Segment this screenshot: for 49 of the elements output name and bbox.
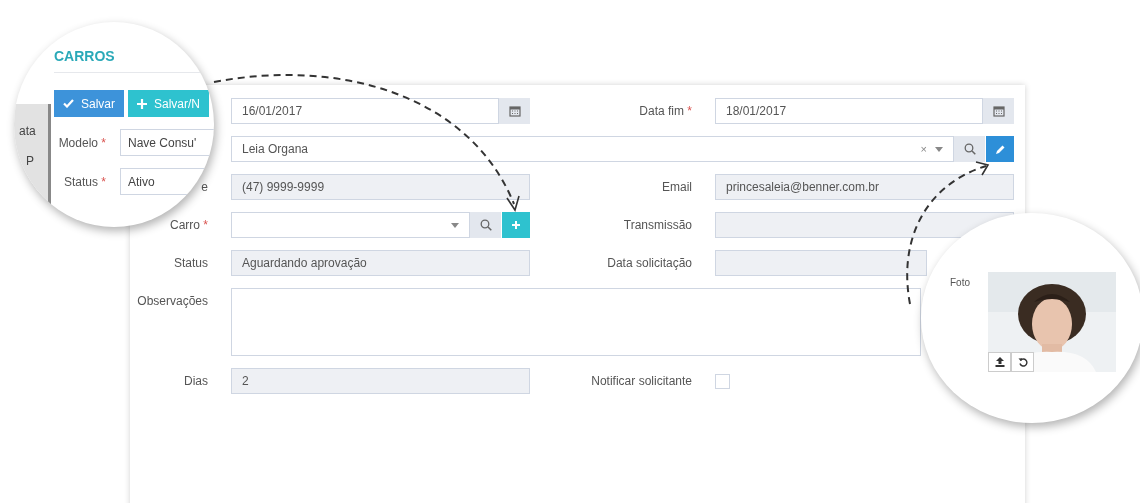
text-field[interactable]: [715, 212, 1014, 238]
reset-icon: [1017, 357, 1028, 367]
reset-button[interactable]: [1011, 352, 1034, 372]
lookup-field[interactable]: Leia Organa ×: [231, 136, 954, 162]
field-label: Email: [662, 180, 692, 194]
clear-button[interactable]: ×: [920, 143, 927, 155]
calendar-button[interactable]: [499, 98, 530, 124]
checkbox[interactable]: [715, 374, 730, 389]
partial-label: P: [26, 154, 34, 168]
field-label: Carro *: [169, 218, 208, 232]
plus-icon: [137, 98, 147, 109]
lookup-field[interactable]: [231, 212, 470, 238]
field-label: Status: [173, 256, 208, 270]
search-button[interactable]: [954, 136, 985, 162]
pencil-icon: [994, 143, 1006, 155]
upload-icon: [994, 357, 1005, 367]
check-icon: [63, 99, 74, 108]
date-field[interactable]: 16/01/2017: [231, 98, 499, 124]
field-label: Dias: [184, 374, 208, 388]
search-icon: [963, 143, 976, 155]
field-label: e: [201, 180, 208, 194]
field-label: Foto: [950, 277, 970, 288]
plus-icon: [511, 220, 521, 230]
field-label: Notificar solicitante: [591, 374, 692, 388]
calendar-icon: [992, 105, 1005, 117]
calendar-button[interactable]: [983, 98, 1014, 124]
text-field[interactable]: 2: [231, 368, 530, 394]
caret-icon[interactable]: [451, 222, 459, 228]
edit-button[interactable]: [986, 136, 1014, 162]
field-label: Modelo *: [57, 135, 106, 150]
field-label: Transmissão: [623, 218, 692, 232]
field-label: Observações: [137, 294, 208, 308]
text-field[interactable]: Aguardando aprovação: [231, 250, 530, 276]
section-title: CARROS: [54, 48, 209, 73]
upload-button[interactable]: [988, 352, 1011, 372]
date-field[interactable]: 18/01/2017: [715, 98, 983, 124]
caret-icon[interactable]: [935, 146, 943, 152]
search-icon: [479, 219, 492, 231]
field-label: Data fim *: [639, 104, 692, 118]
field-label: Data solicitação: [607, 256, 692, 270]
search-button[interactable]: [470, 212, 501, 238]
select-field[interactable]: Nave Consu': [120, 129, 214, 156]
text-field[interactable]: (47) 9999-9999: [231, 174, 530, 200]
text-field[interactable]: princesaleia@benner.com.br: [715, 174, 1014, 200]
text-field[interactable]: [715, 250, 927, 276]
add-button[interactable]: [502, 212, 530, 238]
calendar-icon: [508, 105, 521, 117]
field-label: Status *: [62, 174, 106, 189]
partial-label: ata: [19, 124, 36, 138]
